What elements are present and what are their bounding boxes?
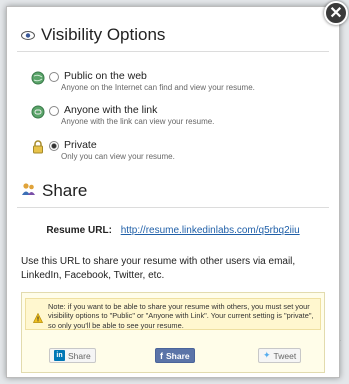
globe-icon — [31, 71, 45, 85]
option-link[interactable]: Anyone with the link Anyone with the lin… — [31, 104, 214, 126]
radio-link[interactable] — [49, 106, 59, 116]
twitter-icon: ✦ — [263, 350, 271, 360]
share-panel: Note: if you want to be able to share yo… — [21, 292, 325, 373]
option-private[interactable]: Private Only you can view your resume. — [31, 139, 175, 161]
visibility-title: Visibility Options — [41, 25, 166, 44]
users-icon — [21, 181, 36, 201]
eye-icon — [21, 25, 35, 45]
share-header: Share — [21, 181, 87, 201]
linkedin-icon: in — [54, 350, 65, 361]
radio-private[interactable] — [49, 141, 59, 151]
twitter-tweet-button[interactable]: ✦ Tweet — [258, 348, 302, 363]
resume-url-row: Resume URL: http://resume.linkedinlabs.c… — [7, 225, 339, 236]
option-private-desc: Only you can view your resume. — [61, 152, 175, 161]
visibility-note: Note: if you want to be able to share yo… — [25, 298, 321, 330]
visibility-header: Visibility Options — [21, 25, 165, 45]
share-instructions: Use this URL to share your resume with o… — [21, 256, 296, 281]
resume-url-link[interactable]: http://resume.linkedinlabs.com/q5rbq2iiu — [121, 225, 300, 236]
close-icon: ✕ — [329, 5, 343, 22]
visibility-note-text: Note: if you want to be able to share yo… — [48, 302, 314, 330]
linkedin-share-label: Share — [68, 350, 91, 361]
option-public-label: Public on the web — [64, 70, 147, 82]
lock-icon — [31, 140, 45, 154]
share-divider — [17, 207, 329, 208]
warning-icon — [32, 310, 44, 323]
facebook-icon: f — [160, 350, 163, 361]
resume-url-label: Resume URL: — [46, 225, 112, 236]
close-button[interactable]: ✕ — [324, 1, 348, 25]
twitter-tweet-label: Tweet — [273, 350, 297, 361]
share-title: Share — [42, 181, 88, 200]
radio-public[interactable] — [49, 72, 59, 82]
visibility-share-dialog: Visibility Options Public on the web Any… — [6, 6, 340, 378]
linkedin-share-button[interactable]: in Share — [49, 348, 96, 363]
facebook-share-button[interactable]: f Share — [155, 348, 195, 363]
visibility-divider — [17, 51, 329, 52]
option-link-desc: Anyone with the link can view your resum… — [61, 117, 215, 126]
link-globe-icon — [31, 105, 45, 119]
option-public-desc: Anyone on the Internet can find and view… — [61, 83, 255, 92]
option-public[interactable]: Public on the web Anyone on the Internet… — [31, 70, 255, 92]
option-private-label: Private — [64, 139, 97, 151]
option-link-label: Anyone with the link — [64, 104, 158, 116]
facebook-share-label: Share — [166, 350, 190, 361]
